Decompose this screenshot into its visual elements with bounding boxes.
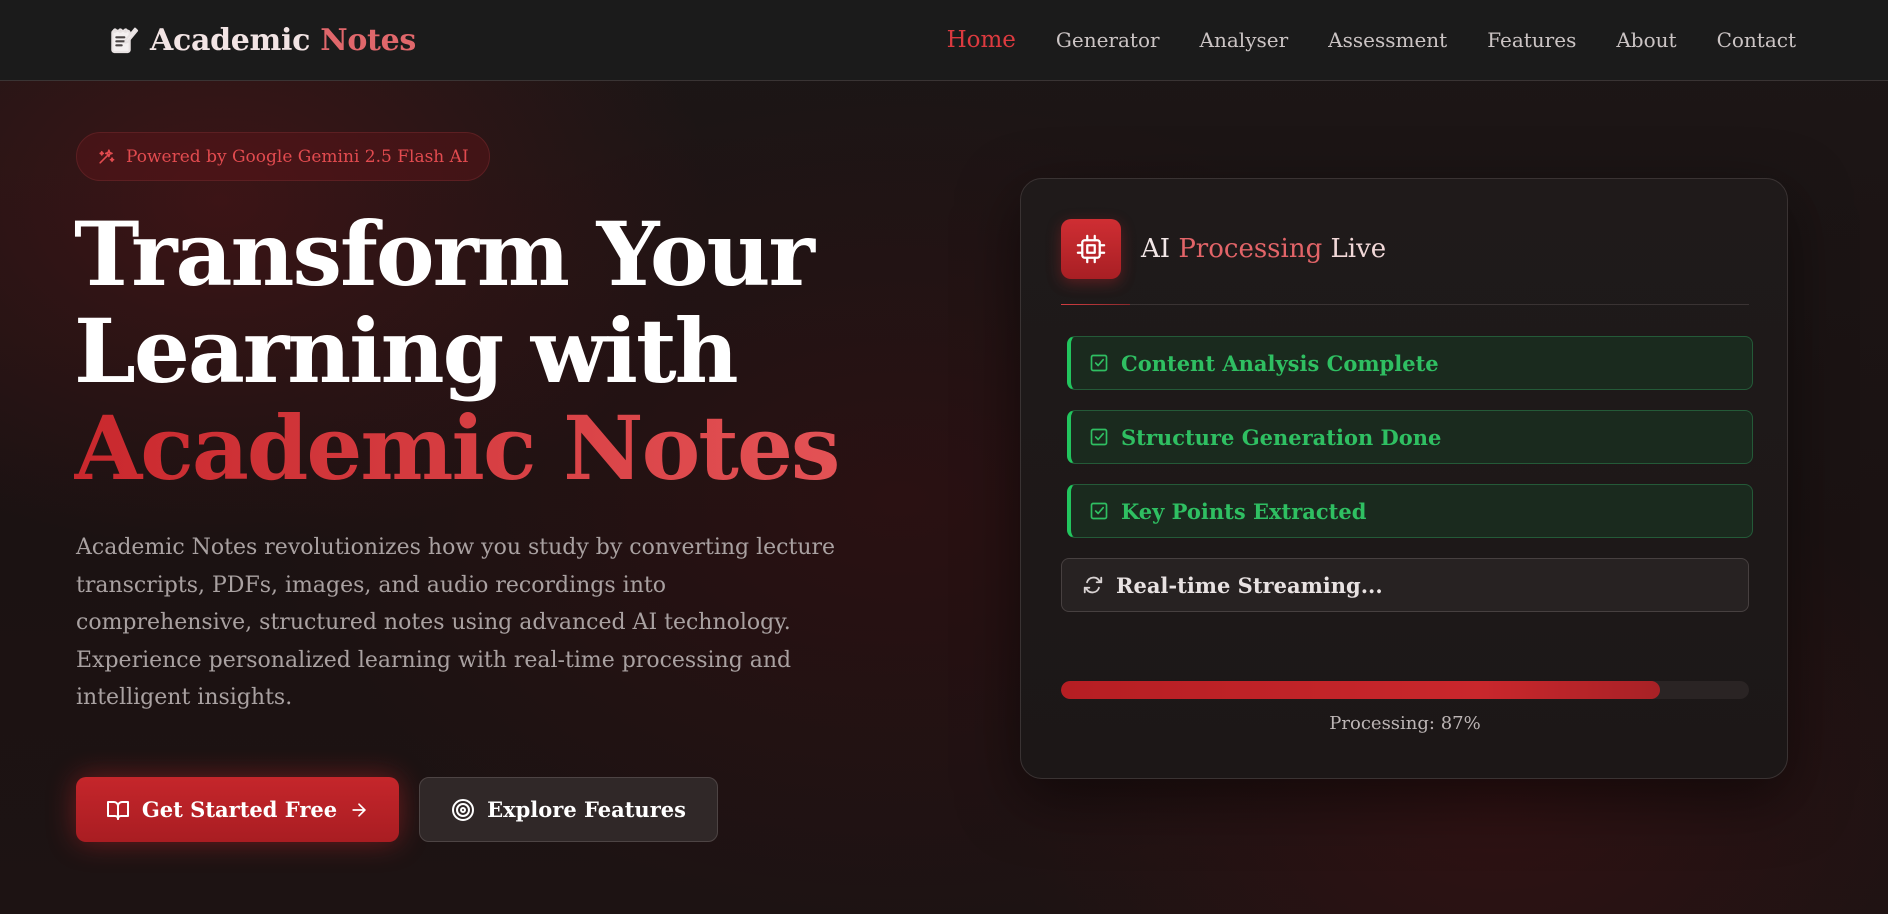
nav-link-about[interactable]: About — [1616, 28, 1676, 52]
check-square-icon — [1089, 427, 1109, 447]
card-title-part-3: Live — [1330, 234, 1387, 264]
get-started-label: Get Started Free — [141, 797, 338, 822]
powered-by-badge: Powered by Google Gemini 2.5 Flash AI — [76, 132, 490, 181]
nav-link-home[interactable]: Home — [947, 27, 1016, 53]
notebook-pen-icon — [106, 23, 140, 57]
step-label: Real-time Streaming... — [1116, 572, 1383, 598]
brand-word-2: Notes — [320, 22, 416, 58]
book-open-icon — [106, 798, 130, 822]
hero-headline: Transform Your Learning with Academic No… — [74, 206, 874, 497]
card-header: AI Processing Live — [1061, 219, 1386, 279]
check-square-icon — [1089, 353, 1109, 373]
nav-link-assessment[interactable]: Assessment — [1328, 28, 1447, 52]
target-icon — [451, 798, 475, 822]
card-title-part-1: AI — [1141, 234, 1171, 264]
get-started-button[interactable]: Get Started Free — [76, 777, 399, 842]
top-navbar: Academic Notes Home Generator Analyser A… — [0, 0, 1888, 81]
step-content-analysis: Content Analysis Complete — [1067, 336, 1753, 390]
explore-features-button[interactable]: Explore Features — [419, 777, 718, 842]
card-divider — [1061, 304, 1749, 305]
nav-link-generator[interactable]: Generator — [1056, 28, 1160, 52]
badge-text: Powered by Google Gemini 2.5 Flash AI — [126, 146, 469, 167]
step-label: Key Points Extracted — [1121, 498, 1367, 524]
explore-features-label: Explore Features — [487, 797, 686, 822]
card-title: AI Processing Live — [1141, 234, 1386, 264]
check-square-icon — [1089, 501, 1109, 521]
step-key-points: Key Points Extracted — [1067, 484, 1753, 538]
nav-link-features[interactable]: Features — [1487, 28, 1576, 52]
arrow-right-icon — [349, 800, 369, 820]
refresh-icon — [1082, 574, 1104, 596]
step-structure-generation: Structure Generation Done — [1067, 410, 1753, 464]
sparkles-icon — [97, 147, 116, 166]
nav-links: Home Generator Analyser Assessment Featu… — [907, 27, 1796, 53]
ai-processing-card: AI Processing Live Content Analysis Comp… — [1020, 178, 1788, 779]
brand-logo[interactable]: Academic Notes — [106, 23, 416, 58]
nav-link-analyser[interactable]: Analyser — [1200, 28, 1289, 52]
step-label: Content Analysis Complete — [1121, 350, 1439, 376]
brand-name: Academic Notes — [150, 23, 416, 58]
cpu-chip-icon — [1061, 219, 1121, 279]
card-title-part-2: Processing — [1178, 234, 1323, 264]
step-realtime-streaming: Real-time Streaming... — [1061, 558, 1749, 612]
progress-fill — [1061, 681, 1660, 699]
brand-word-1: Academic — [150, 22, 311, 58]
headline-line-2: Learning with — [74, 299, 739, 403]
hero-description: Academic Notes revolutionizes how you st… — [76, 535, 836, 710]
headline-line-1: Transform Your — [74, 202, 815, 306]
nav-link-contact[interactable]: Contact — [1717, 28, 1796, 52]
headline-accent: Academic Notes — [74, 400, 874, 497]
progress-bar — [1061, 681, 1749, 699]
progress-label: Processing: 87% — [1329, 713, 1481, 734]
step-label: Structure Generation Done — [1121, 424, 1442, 450]
